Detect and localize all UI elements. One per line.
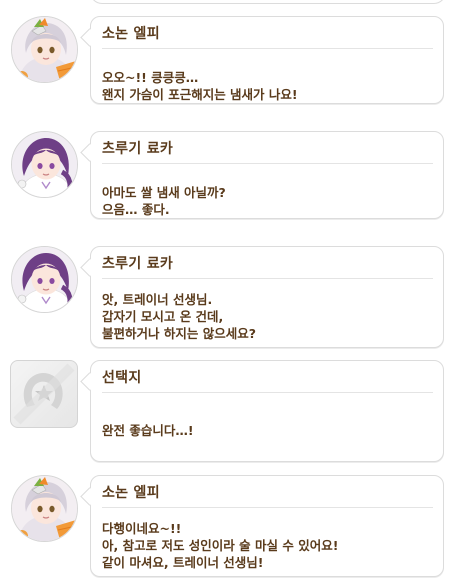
divider	[102, 278, 433, 279]
dialogue-bubble: 소논 엘피 오오~!! 킁킁킁… 왠지 가슴이 포근해지는 냄새가 나요!	[90, 16, 444, 104]
dialogue-bubble: 츠루기 료카 아마도 쌀 냄새 아닐까? 으음… 좋다.	[90, 131, 444, 219]
dialogue-entry: 츠루기 료카 아마도 쌀 냄새 아닐까? 으음… 좋다.	[0, 131, 450, 225]
tsurugi-ryoka-portrait-icon	[11, 131, 78, 198]
sonon-elfie-portrait-icon	[11, 475, 78, 542]
speaker-name: 츠루기 료카	[102, 256, 174, 272]
tsurugi-ryoka-portrait-icon	[11, 246, 78, 313]
dialogue-bubble: 츠루기 료카 앗, 트레이너 선생님. 갑자기 모시고 온 건데, 불편하거나 …	[90, 246, 444, 348]
speaker-name: 소논 엘피	[102, 485, 160, 501]
divider	[102, 392, 433, 393]
choice-text[interactable]: 완전 좋습니다…!	[102, 422, 194, 439]
previous-bubble-edge	[90, 0, 446, 4]
dialogue-entry: 선택지 완전 좋습니다…!	[0, 360, 450, 464]
sonon-elfie-portrait-icon	[11, 16, 78, 83]
divider	[102, 48, 433, 49]
horseshoe-choice-icon	[10, 360, 78, 428]
divider	[102, 507, 433, 508]
divider	[102, 163, 433, 164]
dialogue-entry: 소논 엘피 오오~!! 킁킁킁… 왠지 가슴이 포근해지는 냄새가 나요!	[0, 16, 450, 110]
dialogue-text: 다행이네요~!! 아, 참고로 저도 성인이라 술 마실 수 있어요! 같이 마…	[102, 521, 339, 570]
dialogue-entry: 소논 엘피 다행이네요~!! 아, 참고로 저도 성인이라 술 마실 수 있어요…	[0, 475, 450, 581]
dialogue-bubble: 소논 엘피 다행이네요~!! 아, 참고로 저도 성인이라 술 마실 수 있어요…	[90, 475, 444, 577]
speaker-name: 소논 엘피	[102, 26, 160, 42]
choice-bubble[interactable]: 선택지 완전 좋습니다…!	[90, 360, 444, 462]
dialogue-text: 앗, 트레이너 선생님. 갑자기 모시고 온 건데, 불편하거나 하지는 않으세…	[102, 292, 256, 341]
dialogue-entry: 츠루기 료카 앗, 트레이너 선생님. 갑자기 모시고 온 건데, 불편하거나 …	[0, 246, 450, 350]
speaker-name: 선택지	[102, 370, 142, 386]
dialogue-text: 아마도 쌀 냄새 아닐까? 으음… 좋다.	[102, 185, 226, 217]
speaker-name: 츠루기 료카	[102, 141, 174, 157]
dialogue-text: 오오~!! 킁킁킁… 왠지 가슴이 포근해지는 냄새가 나요!	[102, 70, 298, 102]
